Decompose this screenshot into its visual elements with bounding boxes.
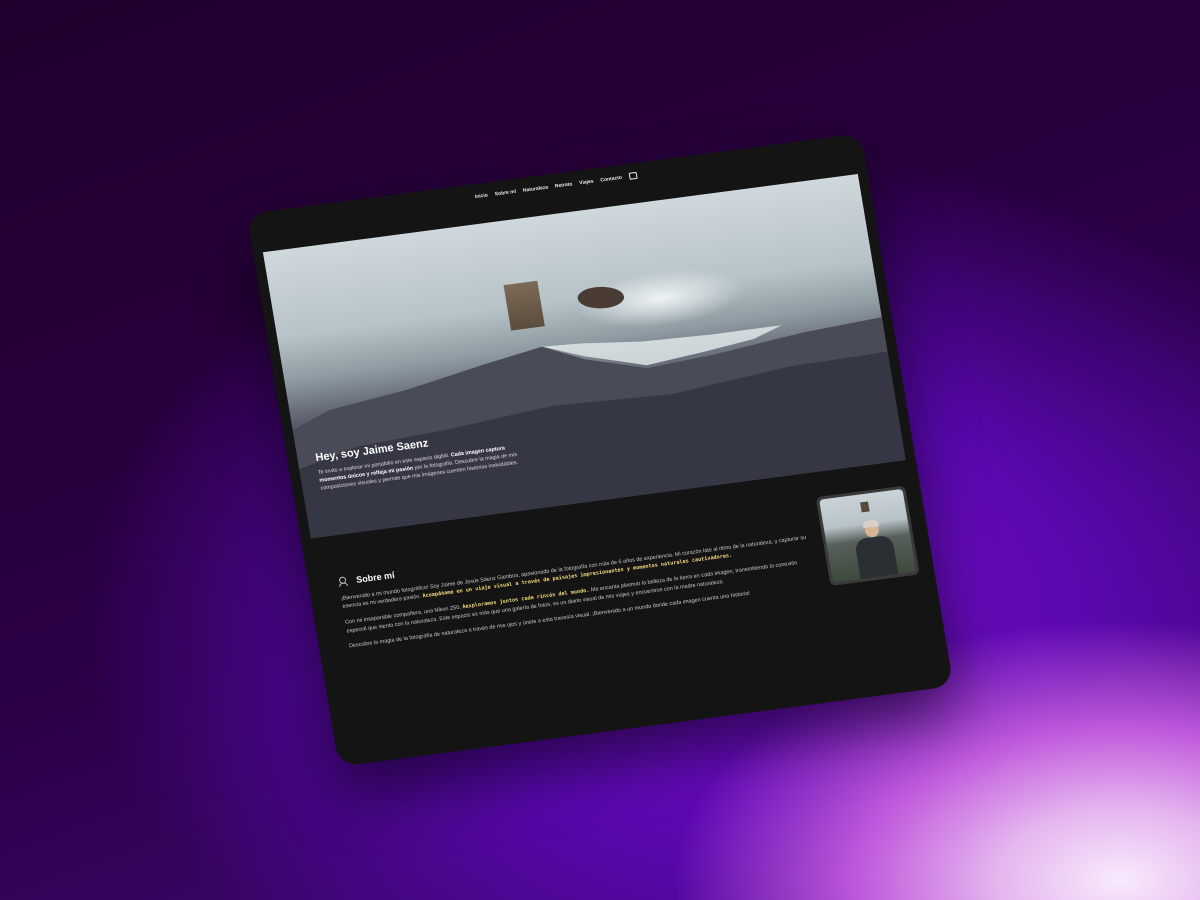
about-title: Sobre mí [355, 569, 396, 585]
hero-tower [503, 280, 545, 331]
monitor-icon[interactable] [628, 171, 638, 180]
tablet-screen: Inicio Sobre mí Naturaleza Retrato Viaje… [246, 133, 954, 767]
hero-mountain-image [292, 317, 906, 539]
profile-photo-image [819, 488, 917, 583]
nav-item-contacto[interactable]: Contacto [600, 175, 623, 185]
user-icon [338, 576, 348, 587]
nav-item-sobre-mi[interactable]: Sobre mí [494, 189, 516, 199]
hero-banner: Hey, soy Jaime Saenz Te invito a explora… [262, 173, 906, 539]
nav-item-viajes[interactable]: Viajes [579, 179, 594, 188]
about-section: Sobre mí ¡Bienvenido a mi mundo fotográf… [338, 516, 817, 658]
photo-person-body [854, 534, 900, 583]
photo-tower [860, 501, 870, 513]
nav-item-inicio[interactable]: Inicio [474, 192, 488, 201]
nav-item-naturaleza[interactable]: Naturaleza [522, 185, 548, 195]
nav-item-retrato[interactable]: Retrato [555, 181, 574, 190]
profile-photo [815, 485, 920, 587]
